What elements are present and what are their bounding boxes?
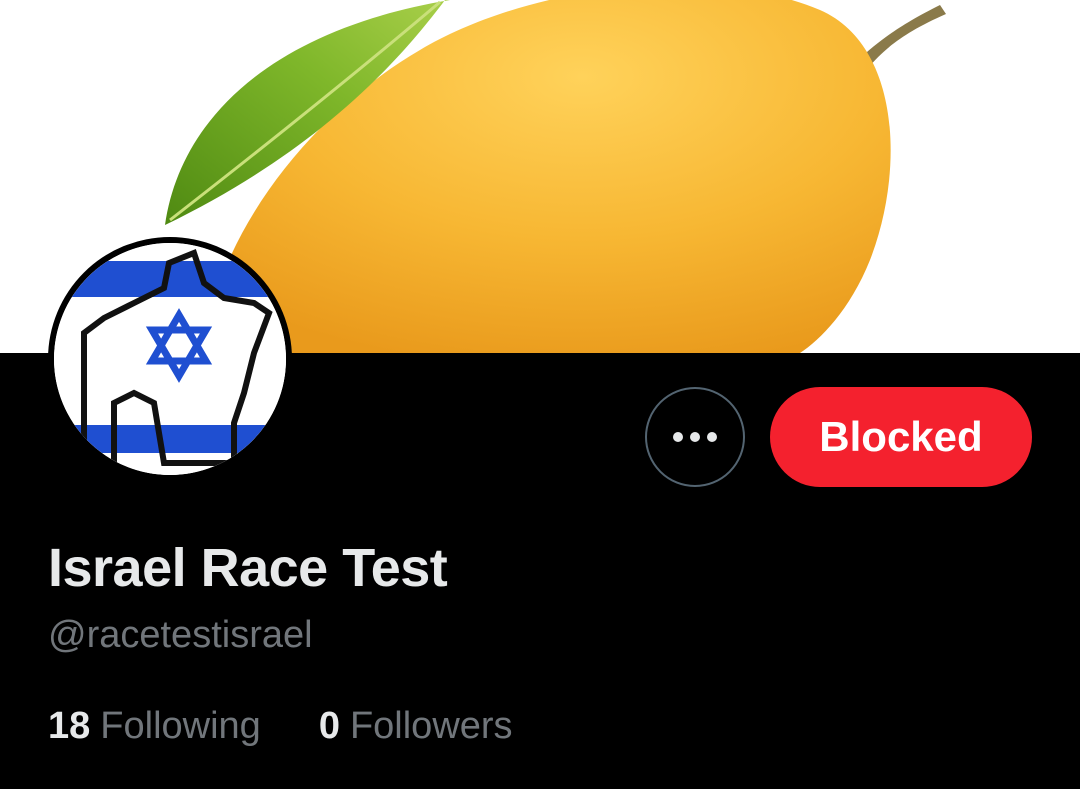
israel-flag-pixel-avatar-icon — [54, 243, 286, 475]
following-link[interactable]: 18 Following — [48, 703, 261, 749]
user-handle: @racetestisrael — [48, 614, 313, 656]
display-name: Israel Race Test — [48, 538, 448, 598]
blocked-button[interactable]: Blocked — [770, 387, 1032, 487]
blocked-button-label: Blocked — [819, 413, 983, 460]
followers-count: 0 — [318, 705, 340, 747]
followers-label: Followers — [349, 705, 513, 747]
profile-stats: 18 Following 0 Followers — [48, 703, 513, 749]
profile-page: Blocked Israel Race Test @racetestisrael… — [0, 0, 1080, 789]
following-label: Following — [100, 705, 261, 747]
followers-link[interactable]: 0 Followers — [319, 703, 513, 749]
avatar[interactable] — [48, 237, 292, 481]
following-count: 18 — [48, 705, 91, 747]
more-options-button[interactable] — [645, 387, 745, 487]
ellipsis-icon — [673, 432, 717, 442]
